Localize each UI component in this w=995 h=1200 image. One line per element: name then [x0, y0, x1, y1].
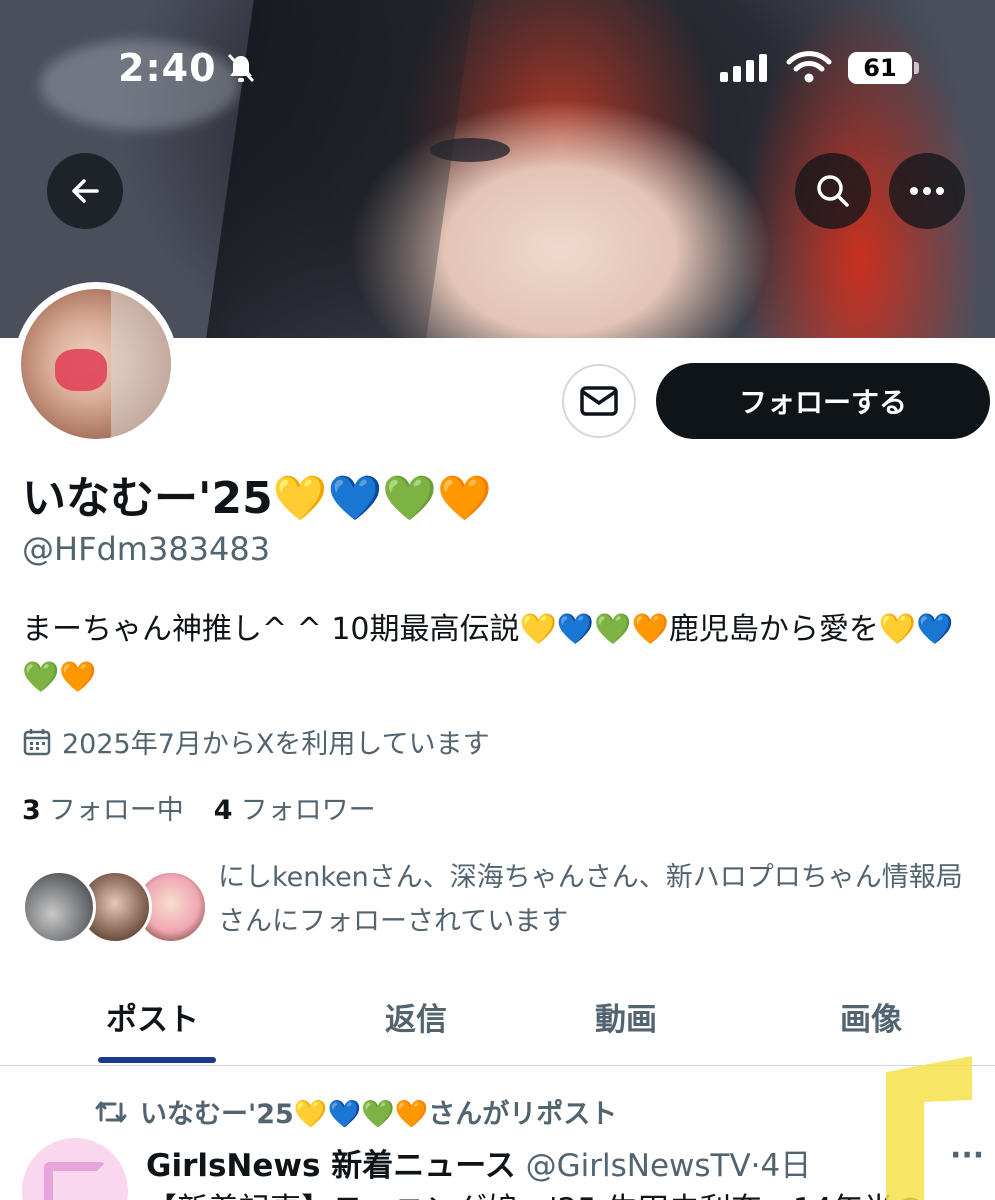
- follow-stats: 3 フォロー中 4 フォロワー: [22, 788, 376, 827]
- followed-by-text[interactable]: にしkenkenさん、深海ちゃんさん、新ハロプロちゃん情報局さんにフォローされて…: [218, 856, 978, 944]
- back-button[interactable]: [47, 153, 123, 229]
- repost-icon: [95, 1101, 127, 1122]
- mutual-avatar: [22, 870, 96, 944]
- active-tab-indicator: [98, 1057, 216, 1063]
- repost-label: いなむー'25💛💙💚🧡さんがリポスト: [140, 1099, 618, 1130]
- battery-nub: [914, 62, 919, 74]
- avatar-photo-flower: [55, 349, 107, 391]
- wifi-icon: [786, 51, 832, 83]
- post-author-handle[interactable]: @GirlsNewsTV: [526, 1148, 751, 1184]
- following-count: 3: [22, 795, 41, 826]
- tab-posts[interactable]: ポスト: [106, 994, 199, 1039]
- cellular-signal-icon: [720, 54, 767, 82]
- bell-slash-icon: [227, 53, 255, 83]
- more-horizontal-icon: [910, 187, 944, 195]
- message-button[interactable]: [562, 364, 636, 438]
- post-author-avatar[interactable]: [22, 1138, 128, 1200]
- banner-art-hair: [206, 0, 474, 338]
- followers-count: 4: [213, 795, 233, 826]
- following-link[interactable]: 3 フォロー中: [22, 788, 184, 827]
- user-handle: @HFdm383483: [22, 530, 271, 568]
- envelope-icon: [580, 386, 618, 416]
- post-author-name[interactable]: GirlsNews 新着ニュース: [146, 1148, 516, 1184]
- followers-label: フォロワー: [240, 795, 376, 826]
- girlsnews-logo: [44, 1162, 106, 1200]
- join-date: 2025年7月からXを利用しています: [22, 722, 490, 761]
- calendar-icon: [23, 728, 51, 755]
- avatar-photo-background: [111, 289, 171, 439]
- avatar-photo: [21, 289, 171, 439]
- search-button[interactable]: [795, 153, 871, 229]
- post-header: GirlsNews 新着ニュース @GirlsNewsTV·4日: [146, 1140, 811, 1185]
- tab-replies[interactable]: 返信: [385, 994, 447, 1039]
- banner-art-eye: [430, 138, 510, 162]
- profile-bio: まーちゃん神推し^ ^ 10期最高伝説💛💙💚🧡鹿児島から愛を💛💙💚🧡: [22, 612, 954, 695]
- yellow-overlay-mark: [886, 1056, 972, 1200]
- follow-button[interactable]: フォローする: [656, 363, 990, 439]
- join-date-text: 2025年7月からXを利用しています: [62, 729, 490, 760]
- post-time: ·4日: [750, 1148, 812, 1184]
- display-name: いなむー'25💛💙💚🧡: [22, 473, 492, 524]
- repost-indicator[interactable]: いなむー'25💛💙💚🧡さんがリポスト: [94, 1092, 617, 1131]
- search-icon: [817, 175, 849, 207]
- tab-images[interactable]: 画像: [840, 994, 902, 1039]
- profile-avatar[interactable]: [14, 282, 178, 446]
- status-time: 2:40: [118, 46, 217, 90]
- arrow-left-icon: [72, 179, 99, 203]
- profile-tabs: ポスト 返信 動画 画像: [0, 986, 995, 1066]
- battery-indicator: 61: [848, 52, 912, 84]
- following-label: フォロー中: [48, 795, 184, 826]
- tab-videos[interactable]: 動画: [595, 994, 657, 1039]
- followers-link[interactable]: 4 フォロワー: [214, 788, 376, 827]
- more-options-button[interactable]: [889, 153, 965, 229]
- post-text[interactable]: 【新着記事】モーニング娘。'25 牛田未利奈、14年半の: [146, 1184, 925, 1200]
